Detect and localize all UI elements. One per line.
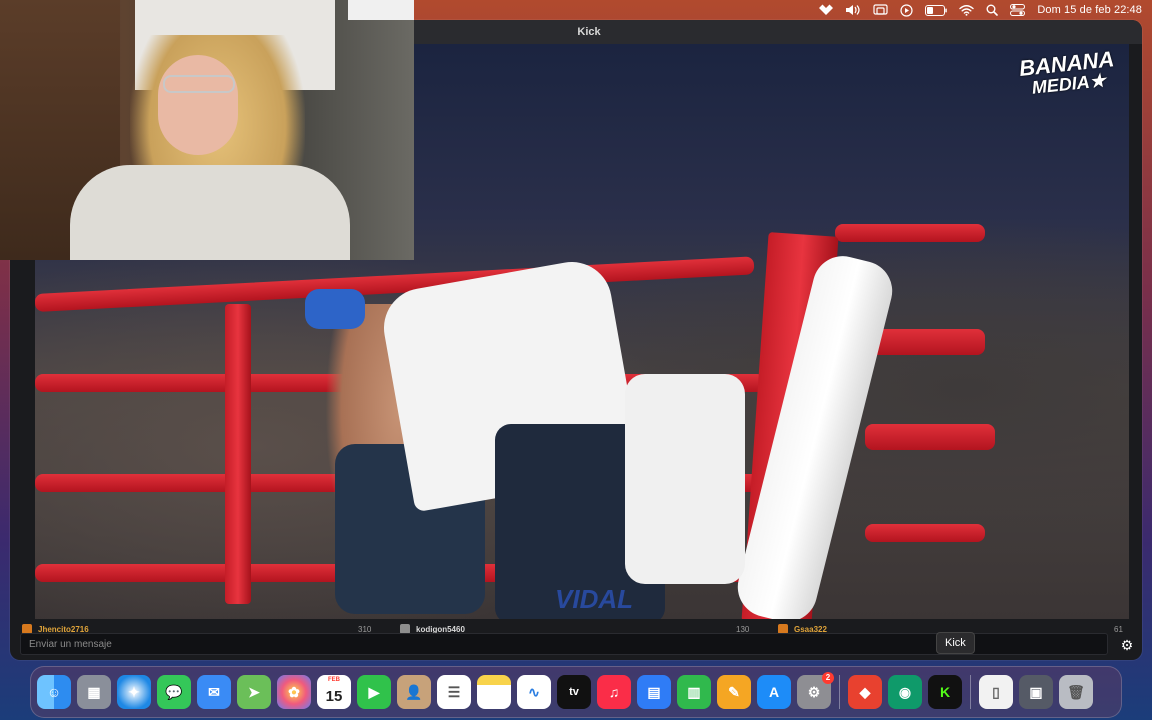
pages-icon[interactable]: ✎: [717, 675, 751, 709]
kick-icon[interactable]: K: [928, 675, 962, 709]
ring-rope-right-4: [865, 524, 985, 542]
play-icon[interactable]: [900, 0, 913, 20]
dock-separator: [839, 675, 840, 709]
dock: ☺ ▦ ✦ 💬 ✉ ➤ ✿ FEB 15 ▶ 👤 ☰ ∿ tv ♫ ▤ ▥ ✎ …: [30, 666, 1122, 718]
reminders-icon[interactable]: ☰: [437, 675, 471, 709]
control-center-icon[interactable]: [1010, 0, 1026, 20]
document-icon[interactable]: ▯: [979, 675, 1013, 709]
streamer-shirt: [70, 165, 350, 260]
anydesk-icon[interactable]: ◆: [848, 675, 882, 709]
chat-count: 61: [1114, 624, 1123, 634]
calendar-icon[interactable]: FEB 15: [317, 675, 351, 709]
screen-mirror-icon[interactable]: [873, 0, 888, 20]
dock-separator: [970, 675, 971, 709]
notes-icon[interactable]: [477, 675, 511, 709]
mail-icon[interactable]: ✉: [197, 675, 231, 709]
tidal-icon[interactable]: [819, 0, 834, 20]
blue-glove: [305, 289, 365, 329]
calendar-month: FEB: [328, 677, 340, 683]
calendar-day: 15: [325, 687, 343, 705]
volume-icon[interactable]: [845, 0, 861, 20]
wifi-icon[interactable]: [959, 0, 975, 20]
chat-settings-gear-icon[interactable]: ⚙: [1118, 636, 1136, 654]
trash-icon[interactable]: 🗑: [1059, 675, 1093, 709]
messages-icon[interactable]: 💬: [157, 675, 191, 709]
music-icon[interactable]: ♫: [597, 675, 631, 709]
system-settings-icon[interactable]: ⚙ 2: [797, 672, 834, 709]
notification-badge: 2: [822, 672, 834, 684]
search-icon[interactable]: [986, 0, 999, 20]
menu-bar: Dom 15 de feb 22:48: [414, 0, 1152, 20]
webcam-overlay: [0, 0, 414, 260]
app-store-icon[interactable]: A: [757, 675, 791, 709]
window-title: Kick: [577, 26, 601, 38]
dock-tooltip: Kick: [936, 632, 975, 654]
apple-tv-label: tv: [569, 686, 579, 698]
streamer-face: [158, 55, 238, 155]
video-lower-text: VIDAL: [555, 584, 633, 614]
finder-icon[interactable]: ☺: [37, 675, 71, 709]
ring-rope-right-1: [835, 224, 985, 242]
facetime-icon[interactable]: ▶: [357, 675, 391, 709]
numbers-icon[interactable]: ▥: [677, 675, 711, 709]
fighter-right: [625, 374, 745, 584]
downloads-stack-icon[interactable]: ▣: [1019, 675, 1053, 709]
ring-rope-right-3: [865, 424, 995, 450]
maps-icon[interactable]: ➤: [237, 675, 271, 709]
freeform-icon[interactable]: ∿: [517, 675, 551, 709]
chat-placeholder: Enviar un mensaje: [29, 638, 112, 650]
safari-icon[interactable]: ✦: [117, 675, 151, 709]
keynote-icon[interactable]: ▤: [637, 675, 671, 709]
ring-post-left: [225, 304, 251, 604]
air-conditioner: [348, 0, 414, 20]
launchpad-icon[interactable]: ▦: [77, 675, 111, 709]
contacts-icon[interactable]: 👤: [397, 675, 431, 709]
streamer-glasses: [163, 75, 235, 93]
ai-app-icon[interactable]: ◉: [888, 675, 922, 709]
menu-bar-clock[interactable]: Dom 15 de feb 22:48: [1037, 0, 1142, 20]
battery-icon[interactable]: [925, 0, 948, 20]
photos-icon[interactable]: ✿: [277, 675, 311, 709]
apple-tv-icon[interactable]: tv: [557, 675, 591, 709]
